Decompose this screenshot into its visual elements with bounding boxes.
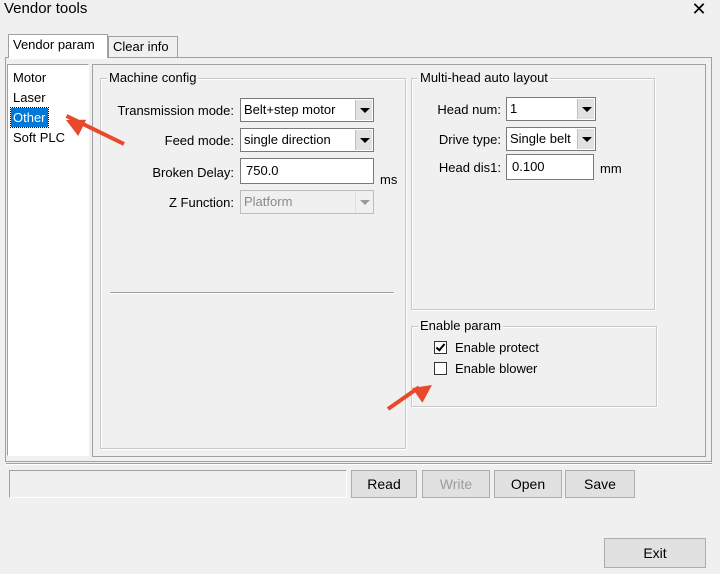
head-num-select[interactable]: 1 [506, 97, 596, 121]
chevron-down-icon[interactable] [577, 99, 594, 119]
enable-protect-checkbox[interactable] [434, 341, 447, 354]
tab-join [9, 57, 107, 59]
multi-head-title: Multi-head auto layout [418, 70, 550, 85]
bottom-separator [6, 463, 712, 465]
head-dis1-input[interactable]: 0.100 [506, 154, 594, 180]
chevron-down-icon[interactable] [577, 129, 594, 149]
enable-blower-checkbox[interactable] [434, 362, 447, 375]
transmission-mode-select[interactable]: Belt+step motor [240, 98, 374, 122]
open-button[interactable]: Open [494, 470, 562, 498]
sidebar-item-soft-plc[interactable]: Soft PLC [11, 128, 67, 147]
head-dis1-label: Head dis1: [438, 160, 501, 175]
separator [110, 292, 394, 294]
sidebar-item-other[interactable]: Other [10, 107, 49, 128]
close-icon[interactable]: ✕ [686, 0, 712, 20]
chevron-down-icon[interactable] [355, 130, 372, 150]
feed-mode-select[interactable]: single direction [240, 128, 374, 152]
transmission-mode-label: Transmission mode: [117, 103, 234, 118]
annotation-arrow-blower [386, 385, 428, 411]
broken-delay-unit: ms [380, 172, 398, 187]
tab-vendor-param[interactable]: Vendor param [8, 34, 108, 58]
check-icon [435, 341, 446, 352]
enable-protect-label[interactable]: Enable protect [455, 340, 539, 356]
tab-vendor-param-label: Vendor param [13, 37, 95, 52]
transmission-mode-value: Belt+step motor [244, 102, 336, 117]
drive-type-label: Drive type: [438, 132, 501, 147]
tab-clear-info-label: Clear info [113, 39, 169, 54]
write-button: Write [422, 470, 490, 498]
chevron-down-icon[interactable] [355, 100, 372, 120]
enable-param-title: Enable param [418, 318, 503, 333]
z-function-label: Z Function: [168, 195, 234, 210]
sidebar-item-motor[interactable]: Motor [11, 68, 48, 87]
sidebar-item-laser[interactable]: Laser [11, 88, 48, 107]
save-button[interactable]: Save [565, 470, 635, 498]
read-button[interactable]: Read [351, 470, 417, 498]
z-function-select: Platform [240, 190, 374, 214]
head-num-value: 1 [510, 101, 518, 116]
window-title: Vendor tools [4, 0, 88, 17]
head-num-label: Head num: [437, 102, 501, 117]
enable-blower-label[interactable]: Enable blower [455, 361, 537, 377]
broken-delay-input[interactable]: 750.0 [240, 158, 374, 184]
feed-mode-value: single direction [244, 132, 331, 147]
drive-type-select[interactable]: Single belt [506, 127, 596, 151]
annotation-arrow-other [65, 114, 190, 146]
machine-config-title: Machine config [107, 70, 199, 85]
status-field [9, 470, 347, 498]
exit-button[interactable]: Exit [604, 538, 706, 568]
tab-clear-info[interactable]: Clear info [108, 36, 178, 58]
drive-type-value: Single belt [510, 131, 571, 146]
head-dis1-unit: mm [600, 161, 622, 176]
chevron-down-icon [355, 192, 372, 212]
z-function-value: Platform [244, 194, 293, 209]
broken-delay-label: Broken Delay: [152, 165, 234, 180]
